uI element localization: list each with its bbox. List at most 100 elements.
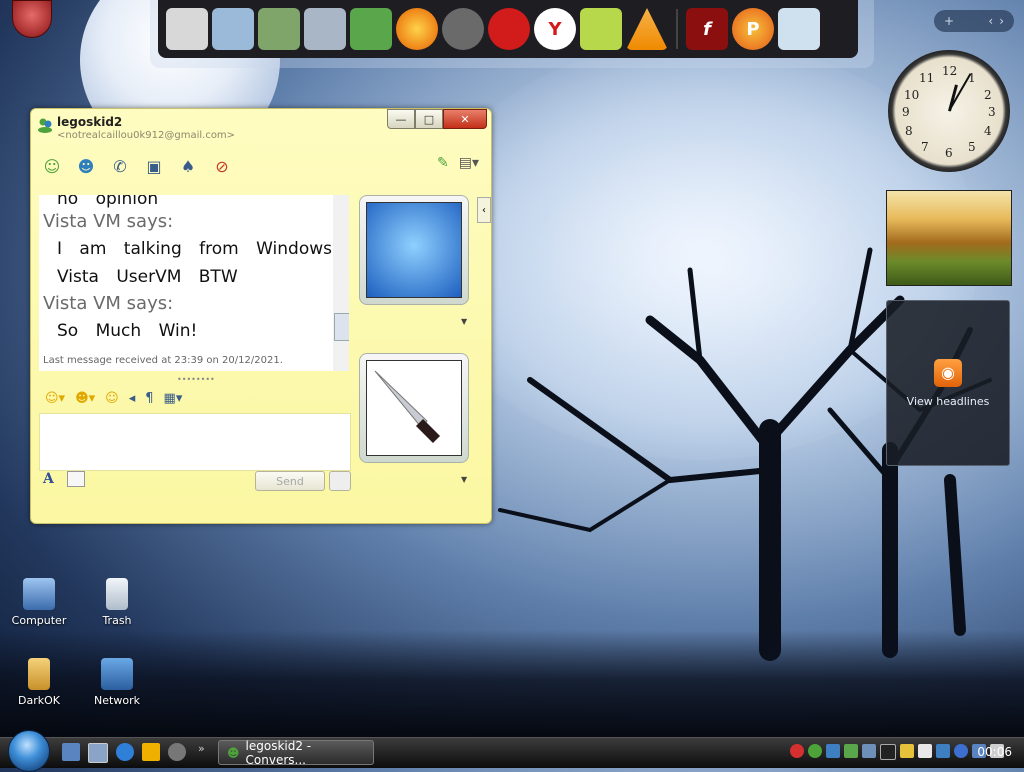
send-file-icon[interactable]: ☻ bbox=[73, 154, 99, 178]
taskbar-clock[interactable]: 00:06 bbox=[977, 745, 1012, 759]
conversation-history[interactable]: no opinion Vista VM says: I am talking f… bbox=[39, 195, 349, 371]
desktop-icon-darkok[interactable]: DarkOK bbox=[4, 658, 74, 707]
add-gadget-button[interactable]: + bbox=[944, 14, 954, 28]
dock: Y f P bbox=[150, 0, 874, 68]
games-icon[interactable]: ♠ bbox=[175, 154, 201, 178]
update-icon[interactable] bbox=[936, 744, 950, 758]
desktop-icon-network[interactable]: Network bbox=[82, 658, 152, 707]
notepad-icon[interactable] bbox=[580, 8, 622, 50]
collapse-pictures-button[interactable]: ‹ bbox=[477, 197, 491, 223]
chat-message: So Much Win! bbox=[57, 321, 198, 341]
minimize-button[interactable]: — bbox=[387, 109, 415, 129]
title-bar[interactable]: legoskid2 <notrealcaillou0k912@gmail.com… bbox=[31, 109, 491, 147]
options-menu-icon[interactable]: ▤▾ bbox=[459, 155, 479, 171]
checkmark-icon[interactable] bbox=[844, 744, 858, 758]
media-player-icon[interactable] bbox=[142, 743, 160, 761]
maximize-button[interactable]: □ bbox=[415, 109, 443, 129]
emoticon-icon[interactable]: ☺▾ bbox=[45, 391, 65, 406]
contact-display-picture[interactable] bbox=[359, 195, 469, 305]
clock-gadget[interactable]: 12 1 2 3 4 5 6 7 8 9 10 11 bbox=[888, 50, 1010, 172]
voice-clip-icon[interactable]: ◂ bbox=[129, 391, 136, 406]
messenger-icon: ☻ bbox=[227, 745, 240, 760]
yandex-icon[interactable]: Y bbox=[534, 8, 576, 50]
people-icon[interactable] bbox=[826, 744, 840, 758]
opera-icon[interactable] bbox=[488, 8, 530, 50]
sidebar-prev-button[interactable]: ‹ bbox=[988, 14, 993, 28]
sidebar-next-button[interactable]: › bbox=[999, 14, 1004, 28]
window-controls: — □ ✕ bbox=[387, 109, 487, 129]
formatting-toolbar: ☺▾ ☻▾ ☺ ◂ ¶ ▦▾ bbox=[39, 387, 355, 409]
contact-name: legoskid2 bbox=[57, 115, 123, 129]
font-icon[interactable]: A bbox=[43, 471, 54, 487]
wink-icon[interactable]: ☻▾ bbox=[75, 391, 95, 406]
window-icon[interactable] bbox=[918, 744, 932, 758]
notification-area bbox=[790, 744, 1004, 760]
folder-icon[interactable] bbox=[304, 8, 346, 50]
invite-contact-icon[interactable]: ☺ bbox=[39, 154, 65, 178]
last-message-status: Last message received at 23:39 on 20/12/… bbox=[43, 355, 283, 366]
call-icon[interactable]: ✆ bbox=[107, 154, 133, 178]
document-icon[interactable] bbox=[166, 8, 208, 50]
display-picture-menu-arrow[interactable]: ▼ bbox=[461, 317, 467, 326]
recycle-bin-icon[interactable] bbox=[778, 8, 820, 50]
knife-picture bbox=[366, 360, 462, 456]
view-headlines-label: View headlines bbox=[906, 394, 990, 408]
start-button[interactable] bbox=[8, 730, 50, 772]
messenger-conversation-window: legoskid2 <notrealcaillou0k912@gmail.com… bbox=[30, 108, 492, 524]
close-button[interactable]: ✕ bbox=[443, 109, 487, 129]
folder-pictures-icon[interactable] bbox=[258, 8, 300, 50]
backgrounds-icon[interactable]: ▦▾ bbox=[164, 391, 183, 406]
power-orb[interactable] bbox=[12, 0, 52, 38]
message-input[interactable] bbox=[39, 413, 351, 471]
internet-explorer-icon[interactable] bbox=[116, 743, 134, 761]
desktop-icon-label: Network bbox=[94, 694, 140, 707]
clock-number: 3 bbox=[988, 105, 996, 119]
slideshow-gadget[interactable] bbox=[886, 190, 1012, 286]
card-icon[interactable] bbox=[900, 744, 914, 758]
vlc-icon[interactable] bbox=[626, 8, 668, 50]
firefox-icon[interactable] bbox=[396, 8, 438, 50]
desktop-icon-trash[interactable]: Trash bbox=[82, 578, 152, 627]
info-icon[interactable] bbox=[954, 744, 968, 758]
raccoon-icon[interactable] bbox=[168, 743, 186, 761]
chat-message: no opinion bbox=[57, 195, 159, 209]
spellcheck-icon[interactable]: ¶ bbox=[145, 391, 153, 406]
clock-number: 4 bbox=[984, 124, 992, 138]
network-icon bbox=[101, 658, 133, 690]
scroll-thumb[interactable] bbox=[334, 313, 349, 341]
feed-headlines-gadget[interactable]: ◉ View headlines bbox=[886, 300, 1010, 466]
block-contact-icon[interactable]: ⊘ bbox=[209, 154, 235, 178]
show-desktop-icon[interactable] bbox=[62, 743, 80, 761]
display-icon[interactable] bbox=[880, 744, 896, 760]
nudge-icon[interactable]: ☺ bbox=[105, 391, 119, 406]
desktop-icon-label: DarkOK bbox=[18, 694, 60, 707]
my-display-picture[interactable] bbox=[359, 353, 469, 463]
send-button[interactable]: Send bbox=[255, 471, 325, 491]
security-alert-icon[interactable] bbox=[790, 744, 804, 758]
messenger-status-icon[interactable] bbox=[808, 744, 822, 758]
folder-icon bbox=[28, 658, 50, 690]
clock-number: 8 bbox=[905, 124, 913, 138]
switch-windows-icon[interactable] bbox=[88, 743, 108, 763]
flash-icon[interactable]: f bbox=[686, 8, 728, 50]
raccoon-icon[interactable] bbox=[442, 8, 484, 50]
paint-brush-icon[interactable]: ✎ bbox=[437, 155, 449, 171]
sidebar-controls: + ‹ › bbox=[934, 10, 1014, 32]
rss-icon: ◉ bbox=[934, 358, 962, 387]
desktop-icon-computer[interactable]: Computer bbox=[4, 578, 74, 627]
taskbar-button-conversation[interactable]: ☻ legoskid2 - Convers... bbox=[218, 739, 374, 767]
clock-number: 6 bbox=[945, 146, 953, 160]
video-icon[interactable]: ▣ bbox=[141, 154, 167, 178]
search-icon[interactable] bbox=[329, 471, 351, 491]
clock-number: 10 bbox=[904, 88, 920, 102]
folder-icon[interactable] bbox=[212, 8, 254, 50]
handwriting-icon[interactable] bbox=[67, 471, 85, 487]
my-picture-menu-arrow[interactable]: ▼ bbox=[461, 475, 467, 484]
pidgin-icon[interactable]: P bbox=[732, 8, 774, 50]
pane-splitter[interactable]: •••••••• bbox=[177, 375, 215, 384]
grid-icon[interactable] bbox=[862, 744, 876, 758]
clock-number: 9 bbox=[902, 105, 910, 119]
chat-scrollbar[interactable] bbox=[333, 195, 349, 371]
messenger-icon[interactable] bbox=[350, 8, 392, 50]
quick-launch-more-button[interactable]: » bbox=[198, 742, 205, 755]
